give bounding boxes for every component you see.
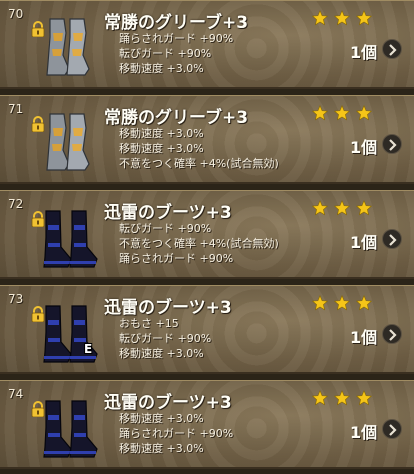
item-row[interactable]: 72 迅雷のブーツ+3 転びガード +90% 不意をつく確率 +4%(試合無効)… (0, 190, 414, 279)
item-row[interactable]: 73 E 迅雷のブーツ+3 おもさ +15 転びガード +90% 移動速度 +3… (0, 285, 414, 374)
greaves-icon (30, 110, 100, 180)
item-number: 71 (8, 102, 24, 116)
chevron-right-icon (389, 329, 397, 341)
star-icon (356, 10, 372, 26)
stat-line: 移動速度 +3.0% (119, 442, 204, 455)
star-icon (312, 200, 328, 216)
boots-icon: E (30, 300, 100, 370)
star-icon (312, 390, 328, 406)
chevron-right-icon (389, 424, 397, 436)
star-icon (356, 390, 372, 406)
item-name: 迅雷のブーツ+3 (104, 203, 232, 223)
equipped-badge: E (84, 342, 93, 356)
stat-line: 移動速度 +3.0% (119, 127, 204, 140)
star-icon (356, 295, 372, 311)
rarity-stars (312, 295, 372, 311)
item-number: 73 (8, 292, 24, 306)
item-stats: おもさ +15 転びガード +90% 移動速度 +3.0% (119, 316, 211, 361)
detail-arrow-button[interactable] (382, 229, 402, 249)
item-count: 1個 (350, 233, 378, 252)
item-number: 72 (8, 197, 24, 211)
rarity-stars (312, 105, 372, 121)
chevron-right-icon (389, 234, 397, 246)
lock-icon (31, 306, 45, 322)
stat-line: 移動速度 +3.0% (119, 412, 204, 425)
star-icon (312, 105, 328, 121)
item-count: 1個 (350, 138, 378, 157)
star-icon (312, 10, 328, 26)
lock-icon (31, 116, 45, 132)
item-number: 70 (8, 7, 24, 21)
stat-line: 踊らされガード +90% (119, 427, 234, 440)
detail-arrow-button[interactable] (382, 419, 402, 439)
item-stats: 移動速度 +3.0% 移動速度 +3.0% 不意をつく確率 +4%(試合無効) (119, 126, 279, 171)
stat-line: 移動速度 +3.0% (119, 142, 204, 155)
stat-line: 移動速度 +3.0% (119, 347, 204, 360)
item-name: 迅雷のブーツ+3 (104, 393, 232, 413)
lock-icon (31, 21, 45, 37)
detail-arrow-button[interactable] (382, 324, 402, 344)
rarity-stars (312, 10, 372, 26)
item-count: 1個 (350, 423, 378, 442)
detail-arrow-button[interactable] (382, 39, 402, 59)
item-name: 常勝のグリーブ+3 (104, 108, 249, 128)
item-stats: 踊らされガード +90% 転びガード +90% 移動速度 +3.0% (119, 31, 233, 76)
lock-icon (31, 211, 45, 227)
stat-line: おもさ +15 (119, 317, 179, 330)
item-stats: 転びガード +90% 不意をつく確率 +4%(試合無効) 踊らされガード +90… (119, 221, 279, 266)
rarity-stars (312, 390, 372, 406)
stat-line: 不意をつく確率 +4%(試合無効) (119, 157, 279, 170)
item-list: 70 常勝のグリーブ+3 踊らされガード +90% 転びガード +90% 移動速… (0, 0, 414, 474)
stat-line: 転びガード +90% (119, 332, 212, 345)
item-number: 74 (8, 387, 24, 401)
item-count: 1個 (350, 43, 378, 62)
lock-icon (31, 401, 45, 417)
rarity-stars (312, 200, 372, 216)
chevron-right-icon (389, 44, 397, 56)
star-icon (334, 295, 350, 311)
star-icon (312, 295, 328, 311)
star-icon (334, 200, 350, 216)
greaves-icon (30, 15, 100, 85)
item-row[interactable]: 71 常勝のグリーブ+3 移動速度 +3.0% 移動速度 +3.0% 不意をつく… (0, 95, 414, 184)
stat-line: 踊らされガード +90% (119, 32, 234, 45)
item-stats: 移動速度 +3.0% 踊らされガード +90% 移動速度 +3.0% (119, 411, 233, 456)
star-icon (334, 10, 350, 26)
chevron-right-icon (389, 139, 397, 151)
star-icon (356, 200, 372, 216)
stat-line: 踊らされガード +90% (119, 252, 234, 265)
item-name: 常勝のグリーブ+3 (104, 13, 249, 33)
item-row[interactable]: 74 迅雷のブーツ+3 移動速度 +3.0% 踊らされガード +90% 移動速度… (0, 380, 414, 469)
stat-line: 不意をつく確率 +4%(試合無効) (119, 237, 279, 250)
star-icon (356, 105, 372, 121)
item-row[interactable]: 70 常勝のグリーブ+3 踊らされガード +90% 転びガード +90% 移動速… (0, 0, 414, 89)
stat-line: 移動速度 +3.0% (119, 62, 204, 75)
stat-line: 転びガード +90% (119, 222, 212, 235)
item-count: 1個 (350, 328, 378, 347)
star-icon (334, 390, 350, 406)
stat-line: 転びガード +90% (119, 47, 212, 60)
star-icon (334, 105, 350, 121)
boots-icon (30, 395, 100, 465)
item-name: 迅雷のブーツ+3 (104, 298, 232, 318)
detail-arrow-button[interactable] (382, 134, 402, 154)
boots-icon (30, 205, 100, 275)
